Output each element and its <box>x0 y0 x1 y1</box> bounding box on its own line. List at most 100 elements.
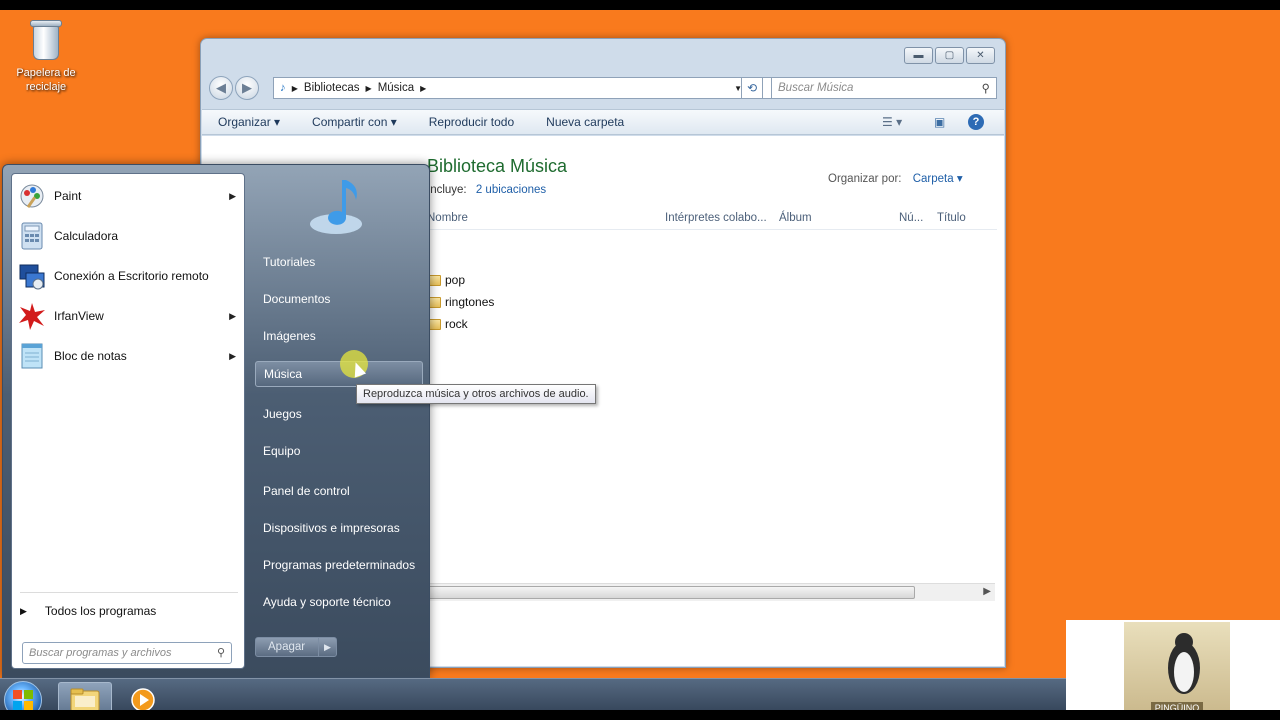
breadcrumb-separator-icon[interactable]: ▶ <box>292 84 298 93</box>
notepad-icon <box>16 340 48 372</box>
search-input[interactable]: Buscar Música ⚲ <box>771 77 997 99</box>
start-item-tutoriales[interactable]: Tutoriales <box>255 249 423 275</box>
taskbar-explorer-button[interactable] <box>58 682 112 710</box>
windows-logo-icon <box>13 690 33 710</box>
play-all-button[interactable]: Reproducir todo <box>413 115 530 129</box>
new-folder-button[interactable]: Nueva carpeta <box>530 115 640 129</box>
maximize-button[interactable]: ▢ <box>935 47 964 64</box>
organize-button[interactable]: Organizar ▾ <box>202 115 296 129</box>
minimize-button[interactable]: ▬ <box>904 47 933 64</box>
column-title[interactable]: Título <box>937 212 966 224</box>
share-button[interactable]: Compartir con ▾ <box>296 115 413 129</box>
column-number[interactable]: Nú... <box>899 212 923 224</box>
program-irfanview[interactable]: IrfanView ▶ <box>16 298 242 334</box>
penguin-logo-icon: PINGÜINO <box>1124 622 1230 710</box>
start-item-juegos[interactable]: Juegos <box>255 401 423 427</box>
start-button[interactable] <box>4 681 42 710</box>
breadcrumb-musica[interactable]: Música <box>378 82 414 94</box>
program-label: IrfanView <box>54 309 104 323</box>
start-item-imagenes[interactable]: Imágenes <box>255 323 423 349</box>
window-controls: ▬ ▢ ✕ <box>904 47 995 64</box>
all-programs-button[interactable]: ▶ Todos los programas <box>20 604 156 618</box>
expand-arrow-icon: ▶ <box>20 605 27 616</box>
program-notepad[interactable]: Bloc de notas ▶ <box>16 338 242 374</box>
view-options-icon[interactable]: ☰ ▾ <box>882 115 902 129</box>
explorer-icon <box>70 688 100 710</box>
calculator-icon <box>16 220 48 252</box>
refresh-button[interactable]: ⟲ <box>741 77 763 99</box>
program-label: Calculadora <box>54 229 119 243</box>
start-menu: Paint ▶ Calculadora Conexión a Escritori… <box>2 164 430 678</box>
command-bar: Organizar ▾ Compartir con ▾ Reproducir t… <box>202 109 1004 135</box>
address-bar[interactable]: ♪ ▶ Bibliotecas ▶ Música ▶ ▼ <box>273 77 773 99</box>
column-name[interactable]: Nombre <box>427 212 468 224</box>
arrange-label: Organizar por: <box>828 173 902 185</box>
all-programs-label: Todos los programas <box>44 604 157 618</box>
column-headers: Nombre Intérpretes colabo... Álbum Nú...… <box>427 206 997 230</box>
library-title: Biblioteca Música <box>427 156 568 176</box>
program-paint[interactable]: Paint ▶ <box>16 178 242 214</box>
arrange-by: Organizar por: Carpeta ▾ <box>828 171 963 185</box>
user-picture-music-icon <box>303 173 375 245</box>
program-label: Conexión a Escritorio remoto <box>54 269 209 283</box>
scroll-right-icon[interactable]: ▶ <box>983 586 991 597</box>
preview-pane-icon[interactable]: ▣ <box>934 115 945 129</box>
music-note-icon: ♪ <box>280 82 286 94</box>
column-album[interactable]: Álbum <box>779 212 812 224</box>
recycle-bin-label: Papelera de reciclaje <box>16 67 76 93</box>
tooltip: Reproduzca música y otros archivos de au… <box>356 384 596 404</box>
list-item[interactable]: rock <box>427 314 468 334</box>
media-player-icon <box>131 688 155 710</box>
breadcrumb-bibliotecas[interactable]: Bibliotecas <box>304 82 360 94</box>
arrange-dropdown[interactable]: Carpeta ▾ <box>913 173 963 185</box>
start-item-programas-predeterminados[interactable]: Programas predeterminados <box>255 552 423 578</box>
forward-arrow-icon: ▶ <box>242 80 252 95</box>
desktop: Papelera de reciclaje ▬ ▢ ✕ ◀ ▶ ♪ ▶ Bibl… <box>0 10 1280 710</box>
watermark-logo: PINGÜINO <box>1066 620 1280 710</box>
start-item-equipo[interactable]: Equipo <box>255 438 423 464</box>
file-name: rock <box>445 317 468 331</box>
start-search-placeholder: Buscar programas y archivos <box>29 647 172 659</box>
back-button[interactable]: ◀ <box>209 76 233 100</box>
start-search-input[interactable]: Buscar programas y archivos ⚲ <box>22 642 232 664</box>
column-artists[interactable]: Intérpretes colabo... <box>665 212 767 224</box>
includes-locations-link[interactable]: 2 ubicaciones <box>476 184 546 196</box>
irfanview-icon <box>16 300 48 332</box>
refresh-icon: ⟲ <box>746 81 758 95</box>
forward-button[interactable]: ▶ <box>235 76 259 100</box>
breadcrumb-separator-icon[interactable]: ▶ <box>366 84 372 93</box>
scrollbar-thumb[interactable] <box>427 586 915 599</box>
submenu-arrow-icon[interactable]: ▶ <box>229 311 236 322</box>
submenu-arrow-icon[interactable]: ▶ <box>229 191 236 202</box>
file-name: pop <box>445 273 466 287</box>
shutdown-label: Apagar <box>268 641 306 653</box>
paint-icon <box>16 180 48 212</box>
taskbar-media-player-button[interactable] <box>116 682 170 710</box>
recycle-bin-icon <box>29 18 63 62</box>
shutdown-options-icon[interactable]: ▶ <box>318 638 336 656</box>
submenu-arrow-icon[interactable]: ▶ <box>229 351 236 362</box>
start-item-dispositivos[interactable]: Dispositivos e impresoras <box>255 515 423 541</box>
includes-label: Incluye: <box>427 184 467 196</box>
file-name: ringtones <box>445 295 495 309</box>
logo-wordmark: PINGÜINO <box>1150 702 1204 710</box>
library-includes: Incluye: 2 ubicaciones <box>427 184 546 196</box>
help-icon[interactable]: ? <box>968 114 984 130</box>
letterbox-bottom <box>0 710 1280 720</box>
start-item-documentos[interactable]: Documentos <box>255 286 423 312</box>
close-button[interactable]: ✕ <box>966 47 995 64</box>
start-item-panel-de-control[interactable]: Panel de control <box>255 478 423 504</box>
horizontal-scrollbar[interactable]: ▶ <box>427 583 995 601</box>
address-row: ◀ ▶ ♪ ▶ Bibliotecas ▶ Música ▶ ▼ ⟲ Busca… <box>207 75 997 101</box>
start-item-ayuda[interactable]: Ayuda y soporte técnico <box>255 589 423 615</box>
recycle-bin[interactable]: Papelera de reciclaje <box>14 18 78 94</box>
search-placeholder: Buscar Música <box>778 82 854 94</box>
program-calculator[interactable]: Calculadora <box>16 218 242 254</box>
list-item[interactable]: pop <box>427 270 465 290</box>
shutdown-button[interactable]: Apagar ▶ <box>255 637 337 657</box>
program-remote-desktop[interactable]: Conexión a Escritorio remoto <box>16 258 242 294</box>
breadcrumb-separator-icon[interactable]: ▶ <box>420 84 426 93</box>
start-menu-programs-pane: Paint ▶ Calculadora Conexión a Escritori… <box>11 173 245 669</box>
list-item[interactable]: ringtones <box>427 292 494 312</box>
program-label: Paint <box>54 189 82 203</box>
